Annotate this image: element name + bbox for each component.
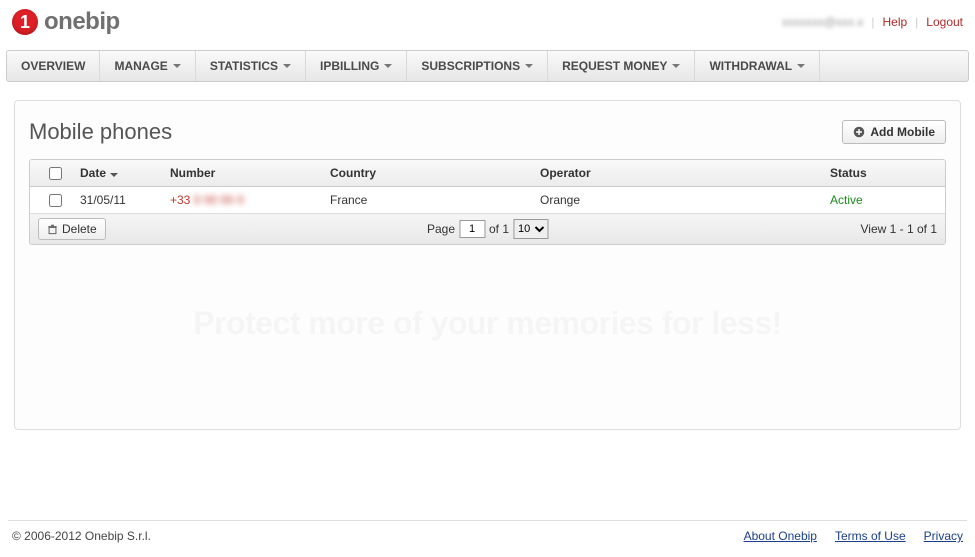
header: 1 onebip xxxxxxx@xxx.x | Help | Logout [0,0,975,36]
footer-links: About Onebip Terms of Use Privacy [744,529,963,543]
col-header-status[interactable]: Status [830,160,945,186]
nav-label: SUBSCRIPTIONS [421,59,520,73]
top-links: xxxxxxx@xxx.x | Help | Logout [782,15,963,29]
nav-withdrawal[interactable]: WITHDRAWAL [695,51,820,81]
navbar: OVERVIEW MANAGE STATISTICS IPBILLING SUB… [6,50,969,82]
cell-status: Active [830,187,945,213]
cell-operator: Orange [540,187,830,213]
logo[interactable]: 1 onebip [12,8,120,36]
row-checkbox[interactable] [49,194,62,207]
col-header-date[interactable]: Date [80,160,170,186]
mobile-grid: Date Number Country Operator Status 31/0… [29,159,946,245]
select-all-checkbox[interactable] [49,167,62,180]
cell-date: 31/05/11 [80,187,170,213]
col-header-operator[interactable]: Operator [540,160,830,186]
chevron-down-icon [384,64,392,68]
copyright: © 2006-2012 Onebip S.r.l. [12,529,151,543]
chevron-down-icon [797,64,805,68]
terms-link[interactable]: Terms of Use [835,529,906,543]
nav-label: MANAGE [114,59,167,73]
add-mobile-label: Add Mobile [870,125,935,139]
grid-footer: Delete Page of 1 10 View 1 - 1 of 1 [30,214,945,244]
about-link[interactable]: About Onebip [744,529,817,543]
add-mobile-button[interactable]: Add Mobile [842,120,946,144]
chevron-down-icon [525,64,533,68]
trash-icon [47,224,58,235]
number-prefix: +33 [170,193,190,207]
chevron-down-icon [672,64,680,68]
watermark-text: Protect more of your memories for less! [15,305,960,342]
page-title: Mobile phones [29,119,172,145]
privacy-link[interactable]: Privacy [924,529,963,543]
content-panel: Mobile phones Add Mobile Date Number Cou… [14,100,961,430]
nav-ipbilling[interactable]: IPBILLING [306,51,407,81]
logo-text: onebip [44,8,120,36]
logo-glyph: 1 [12,9,38,35]
page-head: Mobile phones Add Mobile [29,119,946,145]
chevron-down-icon [173,64,181,68]
nav-label: STATISTICS [210,59,278,73]
nav-subscriptions[interactable]: SUBSCRIPTIONS [407,51,548,81]
cell-country: France [330,187,540,213]
plus-circle-icon [853,126,865,138]
nav-overview[interactable]: OVERVIEW [7,51,100,81]
nav-label: IPBILLING [320,59,379,73]
page-input[interactable] [459,220,485,238]
logout-link[interactable]: Logout [926,15,963,29]
of-label: of 1 [489,222,509,236]
nav-statistics[interactable]: STATISTICS [196,51,306,81]
pager: Page of 1 10 [427,219,548,239]
footer: © 2006-2012 Onebip S.r.l. About Onebip T… [8,520,967,551]
nav-label: WITHDRAWAL [709,59,792,73]
nav-manage[interactable]: MANAGE [100,51,195,81]
user-email: xxxxxxx@xxx.x [782,15,864,29]
delete-button[interactable]: Delete [38,218,106,240]
separator: | [871,15,874,29]
col-header-check [30,161,80,186]
nav-label: OVERVIEW [21,59,85,73]
number-rest: 0 00 00 0 [190,193,243,207]
per-page-select[interactable]: 10 [513,219,548,239]
grid-header: Date Number Country Operator Status [30,160,945,187]
delete-label: Delete [62,222,97,236]
separator: | [915,15,918,29]
page-label: Page [427,222,455,236]
nav-label: REQUEST MONEY [562,59,667,73]
view-range: View 1 - 1 of 1 [861,222,938,236]
col-header-number[interactable]: Number [170,160,330,186]
chevron-down-icon [283,64,291,68]
col-header-country[interactable]: Country [330,160,540,186]
table-row: 31/05/11 +33 0 00 00 0 France Orange Act… [30,187,945,214]
nav-request-money[interactable]: REQUEST MONEY [548,51,695,81]
cell-number: +33 0 00 00 0 [170,187,330,213]
help-link[interactable]: Help [882,15,907,29]
